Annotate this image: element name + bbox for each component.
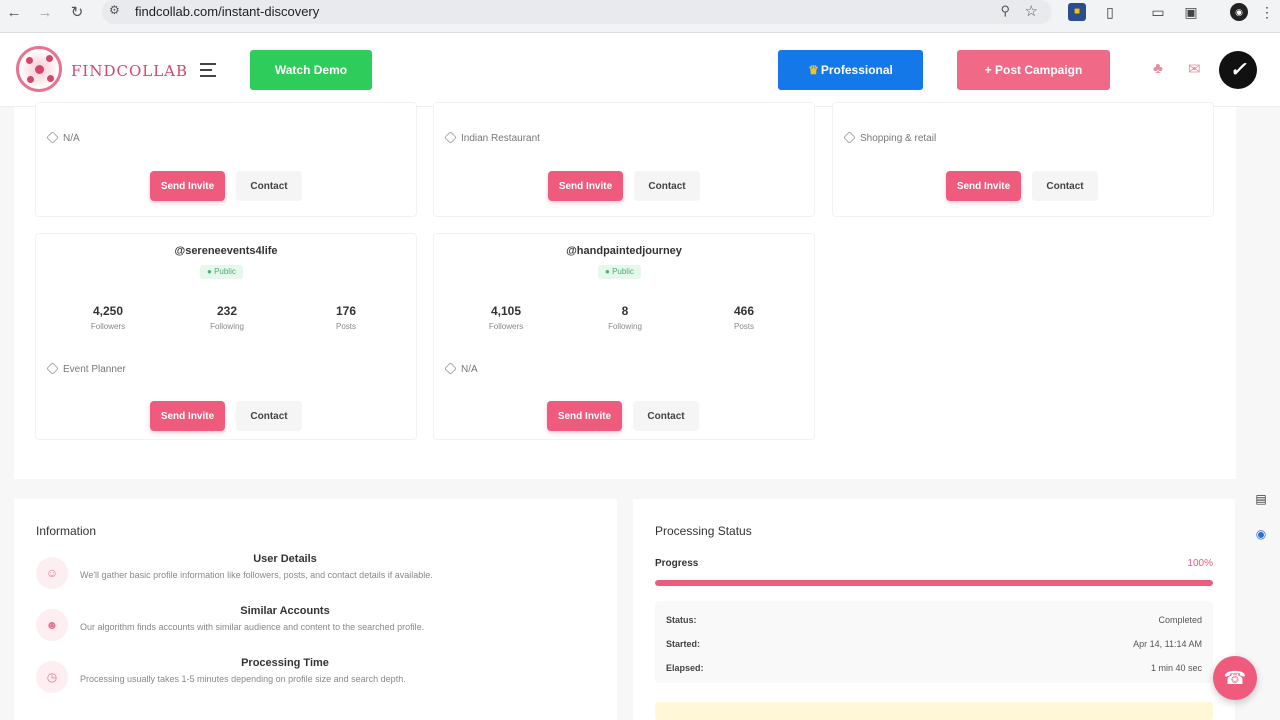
- elapsed-value: 1 min 40 sec: [1150, 663, 1202, 673]
- notice-box: [655, 702, 1213, 720]
- posts-stat: 176 Posts: [335, 304, 357, 331]
- browser-toolbar: ← → ↻ ⚙ findcollab.com/instant-discovery…: [0, 0, 1280, 33]
- influencer-card: @sereneevents4life ● Public 4,250 Followe…: [35, 233, 417, 440]
- category-tag: Shopping & retail: [843, 131, 936, 144]
- status-details: Status: Completed Started: Apr 14, 11:14…: [655, 601, 1213, 683]
- influencer-card: @handpaintedjourney ● Public 4,105 Follow…: [433, 233, 815, 440]
- tag-icon: [46, 362, 59, 375]
- send-invite-button[interactable]: Send Invite: [150, 401, 225, 431]
- puzzle-extensions-icon[interactable]: ▯: [1101, 3, 1119, 21]
- profile-handle[interactable]: @sereneevents4life: [36, 245, 416, 257]
- status-value: Completed: [1158, 615, 1202, 625]
- results-panel: N/A Send Invite Contact Indian Restauran…: [14, 102, 1236, 479]
- information-panel: Information ☺ User Details We'll gather …: [14, 499, 617, 720]
- contact-button[interactable]: Contact: [1032, 171, 1098, 201]
- send-invite-button[interactable]: Send Invite: [150, 171, 225, 201]
- tag-icon: [444, 131, 457, 144]
- information-title: Information: [36, 524, 97, 538]
- hamburger-menu-icon[interactable]: [200, 63, 216, 77]
- influencer-card: N/A Send Invite Contact: [35, 102, 417, 217]
- contact-button[interactable]: Contact: [236, 171, 302, 201]
- post-campaign-button[interactable]: + Post Campaign: [957, 50, 1110, 90]
- contact-button[interactable]: Contact: [634, 171, 700, 201]
- more-menu-icon[interactable]: ⋮: [1258, 3, 1276, 21]
- influencer-card: Indian Restaurant Send Invite Contact: [433, 102, 815, 217]
- followers-stat: 4,105 Followers: [488, 304, 524, 331]
- bookmark-star-icon[interactable]: ☆: [1025, 2, 1038, 20]
- send-invite-button[interactable]: Send Invite: [547, 401, 622, 431]
- clock-icon: ◷: [36, 661, 68, 693]
- screen-search-icon[interactable]: ▣: [1182, 3, 1200, 21]
- category-tag: Indian Restaurant: [444, 131, 540, 144]
- professional-label: Professional: [820, 63, 893, 77]
- arrow-right-icon[interactable]: →: [34, 2, 56, 24]
- processing-status-title: Processing Status: [655, 524, 752, 538]
- tag-icon: [444, 362, 457, 375]
- started-value: Apr 14, 11:14 AM: [1133, 639, 1202, 649]
- book-icon[interactable]: ▤: [1252, 490, 1270, 508]
- send-invite-button[interactable]: Send Invite: [548, 171, 623, 201]
- visibility-badge: ● Public: [200, 265, 243, 279]
- lock-icon: ●: [605, 267, 613, 276]
- findcollab-logo-icon[interactable]: [16, 46, 62, 92]
- send-invite-button[interactable]: Send Invite: [946, 171, 1021, 201]
- profile-handle[interactable]: @handpaintedjourney: [434, 245, 814, 257]
- arrow-left-icon[interactable]: ←: [3, 2, 25, 24]
- contact-button[interactable]: Contact: [633, 401, 699, 431]
- globe-icon[interactable]: ◉: [1252, 525, 1270, 543]
- support-chat-button[interactable]: ☎: [1213, 656, 1257, 700]
- processing-status-panel: Processing Status Progress 100% Status: …: [633, 499, 1235, 720]
- reload-icon[interactable]: ↻: [66, 2, 88, 24]
- zoom-icon[interactable]: ⚲: [1000, 3, 1010, 19]
- progress-bar: [655, 580, 1213, 586]
- category-tag: N/A: [444, 362, 478, 375]
- address-bar[interactable]: ⚙ findcollab.com/instant-discovery ⚲ ☆: [102, 0, 1052, 24]
- user-avatar[interactable]: ✓: [1219, 51, 1257, 89]
- progress-fill: [655, 580, 1213, 586]
- profile-avatar-icon[interactable]: ◉: [1230, 3, 1248, 21]
- professional-button[interactable]: ♛ Professional: [778, 50, 923, 90]
- progress-label: Progress: [655, 558, 699, 569]
- cast-icon[interactable]: ▭: [1149, 3, 1167, 21]
- contact-button[interactable]: Contact: [236, 401, 302, 431]
- category-tag: Event Planner: [46, 362, 126, 375]
- app-header: FINDCOLLAB Watch Demo ♛ Professional + Po…: [0, 33, 1280, 107]
- url-text[interactable]: findcollab.com/instant-discovery: [135, 4, 319, 19]
- headset-icon: ☎: [1223, 668, 1247, 688]
- category-tag: N/A: [46, 131, 80, 144]
- logo-text[interactable]: FINDCOLLAB: [71, 62, 188, 80]
- following-stat: 232 Following: [210, 304, 244, 331]
- influencer-card: Shopping & retail Send Invite Contact: [832, 102, 1214, 217]
- users-icon: ☻: [36, 609, 68, 641]
- watch-demo-button[interactable]: Watch Demo: [250, 50, 372, 90]
- tag-icon: [46, 131, 59, 144]
- lock-icon: ●: [207, 267, 215, 276]
- mail-icon[interactable]: ✉: [1188, 60, 1201, 78]
- tag-icon: [843, 131, 856, 144]
- following-stat: 8 Following: [608, 304, 642, 331]
- progress-percent: 100%: [1187, 558, 1213, 569]
- extension-icon[interactable]: ■: [1068, 3, 1086, 21]
- followers-stat: 4,250 Followers: [90, 304, 126, 331]
- user-icon: ☺: [36, 557, 68, 589]
- site-settings-icon[interactable]: ⚙: [109, 3, 120, 17]
- posts-stat: 466 Posts: [733, 304, 755, 331]
- bell-icon[interactable]: ♣: [1153, 60, 1163, 77]
- crown-icon: ♛: [808, 63, 819, 77]
- visibility-badge: ● Public: [598, 265, 641, 279]
